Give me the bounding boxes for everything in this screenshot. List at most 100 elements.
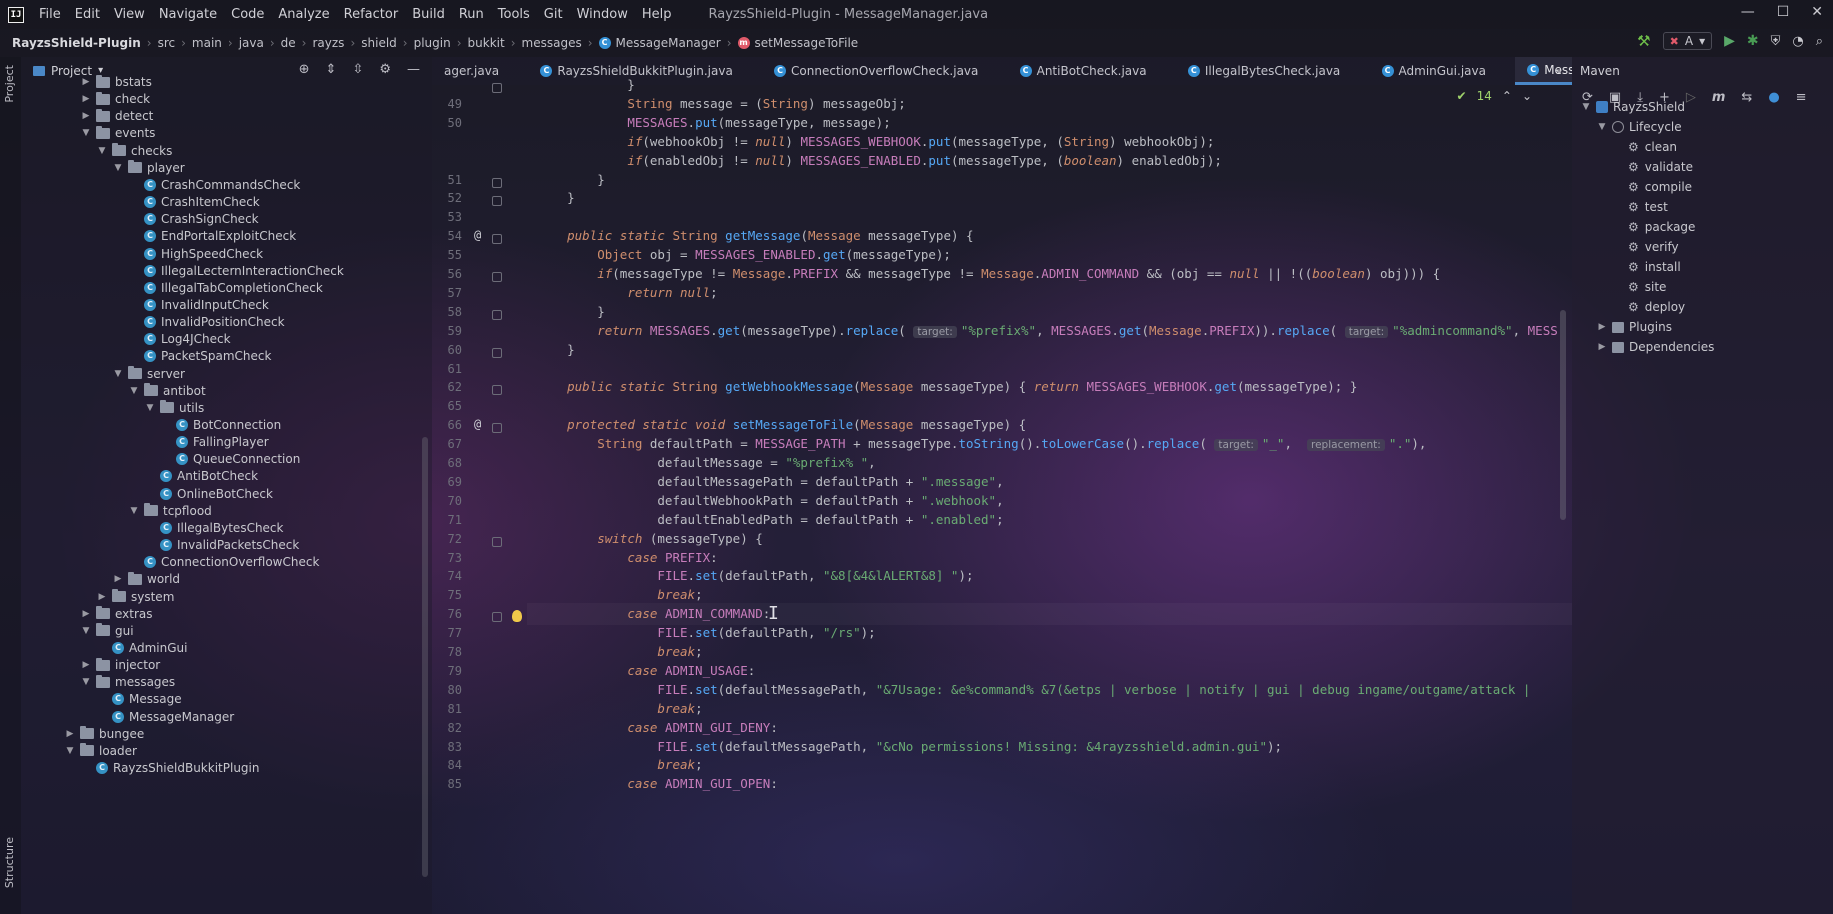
maven-module-rayzsshield[interactable]: ▼ RayzsShield <box>1580 97 1685 117</box>
chevron-up-icon[interactable]: ⌃ <box>1502 89 1512 103</box>
chevron-down-icon[interactable]: ▼ <box>96 146 108 156</box>
fold-marker-icon[interactable] <box>492 612 502 623</box>
gear-icon[interactable]: ⚙ <box>379 62 391 77</box>
chevron-down-icon[interactable]: ▼ <box>128 386 140 396</box>
code-line[interactable]: case ADMIN_GUI_OPEN: <box>537 773 778 795</box>
breadcrumb-class[interactable]: C MessageManager <box>598 36 721 50</box>
menu-window[interactable]: Window <box>570 7 635 22</box>
collapse-icon[interactable]: ≡ <box>1796 90 1807 105</box>
fold-marker-icon[interactable] <box>492 272 502 282</box>
maven-goal-site[interactable]: ⚙ site <box>1612 277 1666 297</box>
chevron-down-icon[interactable]: ▼ <box>112 163 124 173</box>
chevron-down-icon[interactable]: ▼ <box>1596 122 1608 132</box>
menu-analyze[interactable]: Analyze <box>271 7 336 22</box>
chevron-right-icon[interactable]: ▶ <box>1596 342 1608 352</box>
build-hammer-icon[interactable]: ⚒ <box>1637 32 1650 50</box>
menu-help[interactable]: Help <box>635 7 679 22</box>
menu-view[interactable]: View <box>107 7 152 22</box>
chevron-right-icon[interactable]: ▶ <box>64 729 76 739</box>
hide-panel-icon[interactable]: — <box>407 62 420 77</box>
code-line[interactable]: if(enabledObj != null) MESSAGES_ENABLED.… <box>537 150 1222 172</box>
run-config-selector[interactable]: ✖ A ▾ <box>1662 32 1713 50</box>
code-line[interactable]: public static String getWebhookMessage(M… <box>537 376 1357 398</box>
maven-goal-compile[interactable]: ⚙ compile <box>1612 177 1692 197</box>
chevron-right-icon[interactable]: ▶ <box>80 660 92 670</box>
structure-tool-window-button[interactable]: Structure <box>3 837 16 888</box>
editor-tab-admingui-java[interactable]: CAdminGui.java✕ <box>1370 57 1516 85</box>
chevron-down-icon[interactable]: ⌄ <box>1522 89 1532 103</box>
menu-file[interactable]: File <box>32 7 68 22</box>
fold-marker-icon[interactable] <box>492 536 502 547</box>
fold-marker-icon[interactable] <box>492 177 502 188</box>
chevron-right-icon[interactable]: ▶ <box>80 609 92 619</box>
chevron-right-icon[interactable]: ▶ <box>96 592 108 602</box>
run-goal-icon[interactable]: ▷ <box>1686 90 1696 105</box>
tabs-overflow-icon[interactable]: ⌄ <box>1554 62 1564 76</box>
tree-class-rayzsshieldbukkitplugin[interactable]: C RayzsShieldBukkitPlugin <box>80 758 259 778</box>
breadcrumb-rayzs[interactable]: rayzs <box>312 36 344 50</box>
maven-goal-deploy[interactable]: ⚙ deploy <box>1612 297 1685 317</box>
override-gutter-icon[interactable]: @ <box>474 417 481 431</box>
coverage-icon[interactable]: ⛨ <box>1771 34 1781 49</box>
chevron-right-icon[interactable]: ▶ <box>80 94 92 104</box>
expand-all-icon[interactable]: ⇕ <box>326 62 337 77</box>
maven-execute-icon[interactable]: m <box>1712 90 1726 105</box>
minimize-icon[interactable]: — <box>1741 4 1755 20</box>
menu-tools[interactable]: Tools <box>491 7 537 22</box>
toggle-offline-icon[interactable]: ⇆ <box>1741 90 1752 105</box>
fold-marker-icon[interactable] <box>492 347 502 358</box>
intention-bulb-icon[interactable] <box>512 610 522 623</box>
menu-refactor[interactable]: Refactor <box>337 7 406 22</box>
maven-goal-verify[interactable]: ⚙ verify <box>1612 237 1679 257</box>
maven-folder-dependencies[interactable]: ▶ Dependencies <box>1596 337 1715 357</box>
editor-tab-ager-java[interactable]: ager.java✕ <box>432 57 528 85</box>
collapse-all-icon[interactable]: ⇳ <box>352 62 363 77</box>
profiler-icon[interactable]: ◔ <box>1792 34 1803 49</box>
code-line[interactable]: } <box>537 339 575 361</box>
chevron-right-icon[interactable]: ▶ <box>1596 322 1608 332</box>
fold-marker-icon[interactable] <box>492 234 502 245</box>
maven-lifecycle-lifecycle[interactable]: ▼ Lifecycle <box>1596 117 1682 137</box>
chevron-down-icon[interactable]: ▼ <box>128 506 140 516</box>
menu-git[interactable]: Git <box>537 7 570 22</box>
maven-goal-clean[interactable]: ⚙ clean <box>1612 137 1677 157</box>
editor-scrollbar[interactable] <box>1560 310 1566 520</box>
project-tool-window-button[interactable]: Project <box>3 65 16 103</box>
chevron-down-icon[interactable]: ▼ <box>112 369 124 379</box>
code-line[interactable]: return MESSAGES.get(messageType).replace… <box>537 320 1558 343</box>
breadcrumb-java[interactable]: java <box>239 36 264 50</box>
run-icon[interactable]: ▶ <box>1724 33 1735 49</box>
locate-file-icon[interactable]: ⊕ <box>299 62 310 77</box>
chevron-down-icon[interactable]: ▼ <box>144 403 156 413</box>
maven-goal-test[interactable]: ⚙ test <box>1612 197 1668 217</box>
editor-tab-connectionoverflowcheck-java[interactable]: CConnectionOverflowCheck.java✕ <box>762 57 1008 85</box>
chevron-right-icon[interactable]: ▶ <box>112 574 124 584</box>
breadcrumb-bukkit[interactable]: bukkit <box>468 36 505 50</box>
maximize-icon[interactable]: ☐ <box>1777 4 1790 20</box>
chevron-down-icon[interactable]: ▼ <box>80 677 92 687</box>
menu-navigate[interactable]: Navigate <box>152 7 224 22</box>
chevron-right-icon[interactable]: ▶ <box>80 111 92 121</box>
breadcrumb-src[interactable]: src <box>158 36 176 50</box>
close-icon[interactable]: ✕ <box>1811 4 1823 20</box>
breadcrumb-messages[interactable]: messages <box>522 36 582 50</box>
skip-tests-icon[interactable]: ● <box>1768 90 1779 105</box>
breadcrumb-main[interactable]: main <box>192 36 222 50</box>
chevron-down-icon[interactable]: ▼ <box>80 128 92 138</box>
breadcrumb-de[interactable]: de <box>281 36 296 50</box>
chevron-down-icon[interactable]: ▼ <box>80 626 92 636</box>
menu-edit[interactable]: Edit <box>68 7 107 22</box>
fold-marker-icon[interactable] <box>492 423 502 434</box>
fold-marker-icon[interactable] <box>492 309 502 320</box>
fold-marker-icon[interactable] <box>492 83 502 93</box>
breadcrumb-method[interactable]: m setMessageToFile <box>737 36 858 50</box>
maven-goal-package[interactable]: ⚙ package <box>1612 217 1695 237</box>
project-scrollbar[interactable] <box>422 437 428 877</box>
breadcrumb-shield[interactable]: shield <box>361 36 397 50</box>
editor-tab-antibotcheck-java[interactable]: CAntiBotCheck.java✕ <box>1008 57 1176 85</box>
editor-tab-illegalbytescheck-java[interactable]: CIllegalBytesCheck.java✕ <box>1176 57 1370 85</box>
search-everywhere-icon[interactable]: ⌕ <box>1816 34 1823 49</box>
menu-build[interactable]: Build <box>405 7 452 22</box>
breadcrumb-project[interactable]: RayzsShield-Plugin <box>12 36 141 50</box>
code-line[interactable]: } <box>537 187 575 209</box>
